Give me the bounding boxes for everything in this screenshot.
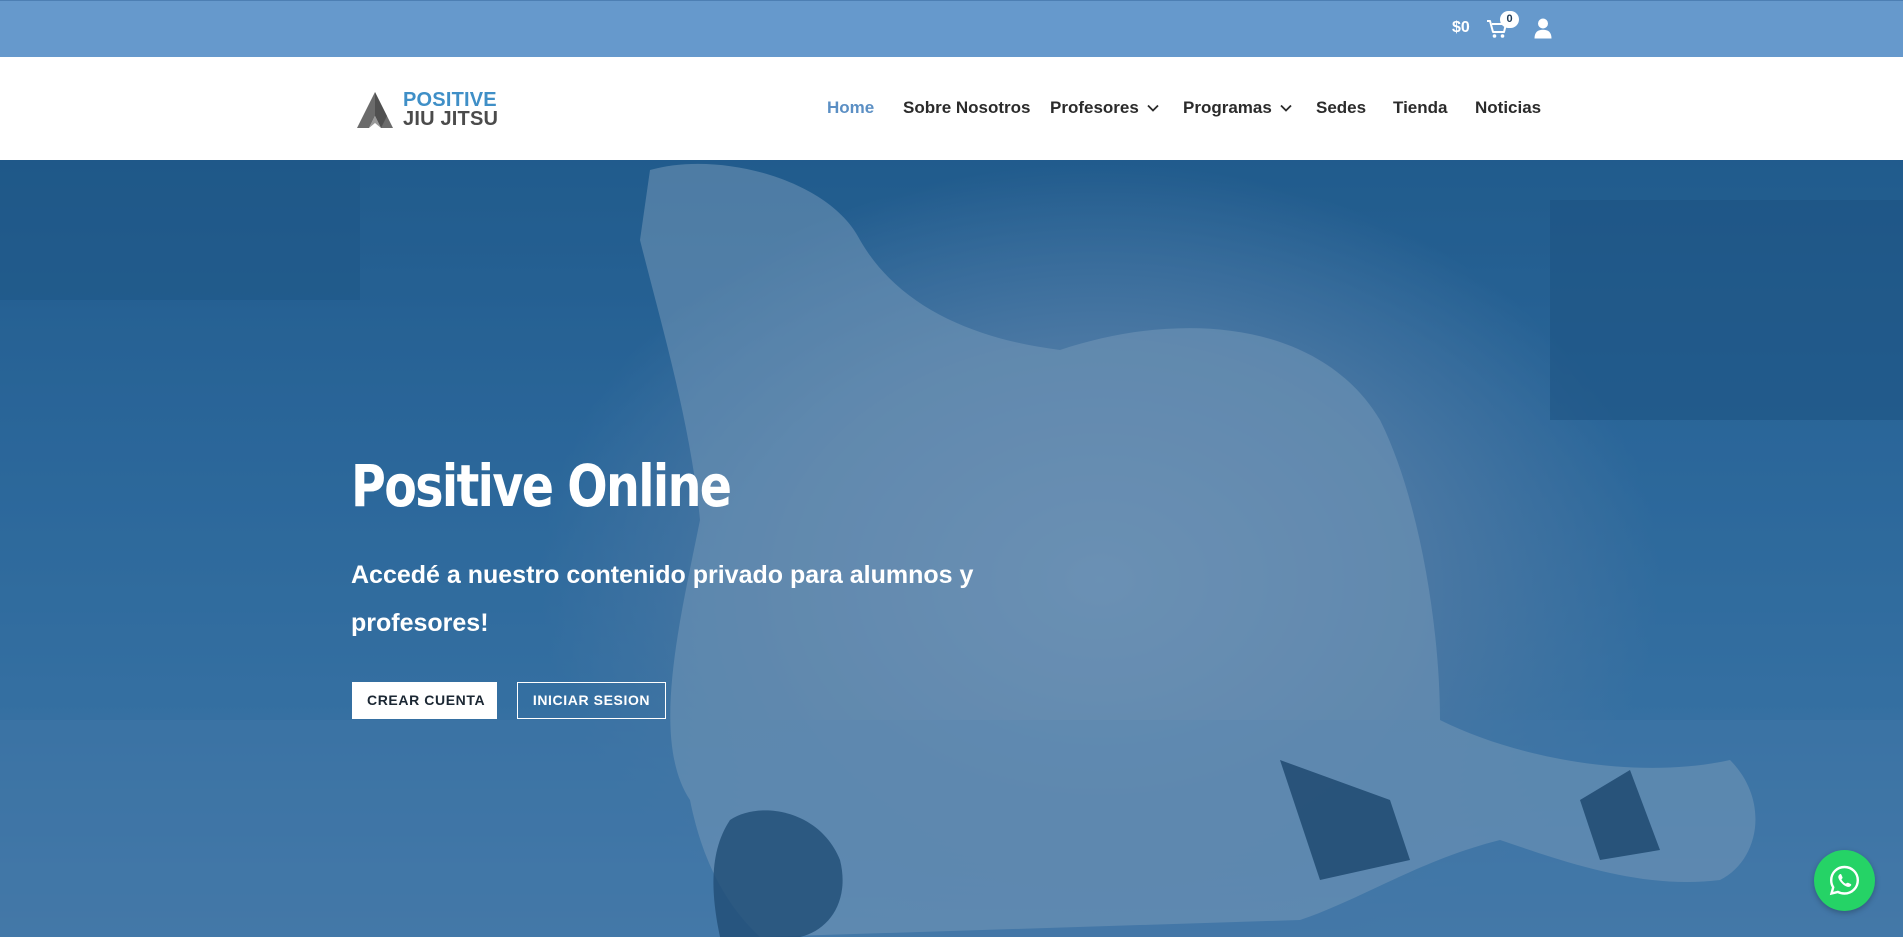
chevron-down-icon (1147, 104, 1159, 112)
nav-item-label: Noticias (1475, 98, 1542, 117)
nav-item-label: Tienda (1393, 98, 1448, 117)
create-account-button[interactable]: CREAR CUENTA (352, 682, 497, 719)
nav-item-noticias[interactable]: Noticias (1475, 98, 1541, 118)
login-button[interactable]: INICIAR SESION (517, 682, 666, 719)
cart-count-badge: 0 (1500, 11, 1519, 28)
nav-item-sobre-nosotros[interactable]: Sobre Nosotros (903, 98, 1031, 118)
whatsapp-icon (1829, 865, 1860, 896)
whatsapp-button[interactable] (1814, 850, 1875, 911)
nav-item-label: Sedes (1316, 98, 1367, 117)
main-nav: Home Sobre Nosotros Profesores Programas… (0, 57, 1903, 160)
nav-item-label: Programas (1183, 98, 1272, 117)
user-icon[interactable] (1534, 18, 1552, 39)
nav-item-label: Profesores (1050, 98, 1139, 117)
hero-section: Positive Online Accedé a nuestro conteni… (0, 160, 1903, 937)
site-header: POSITIVE JIU JITSU Home Sobre Nosotros P… (0, 57, 1903, 160)
hero-title: Positive Online (351, 452, 732, 520)
chevron-down-icon (1280, 104, 1292, 112)
nav-item-sedes[interactable]: Sedes (1316, 98, 1366, 118)
hero-overlay (0, 160, 1903, 937)
nav-item-profesores[interactable]: Profesores (1050, 98, 1159, 118)
nav-item-home[interactable]: Home (827, 98, 874, 118)
top-bar: $0 0 (0, 0, 1903, 57)
cart-amount[interactable]: $0 (1452, 19, 1470, 37)
nav-item-tienda[interactable]: Tienda (1393, 98, 1447, 118)
nav-item-label: Home (827, 98, 875, 117)
nav-item-label: Sobre Nosotros (903, 98, 1031, 117)
nav-item-programas[interactable]: Programas (1183, 98, 1292, 118)
hero-subtitle: Accedé a nuestro contenido privado para … (351, 561, 974, 637)
